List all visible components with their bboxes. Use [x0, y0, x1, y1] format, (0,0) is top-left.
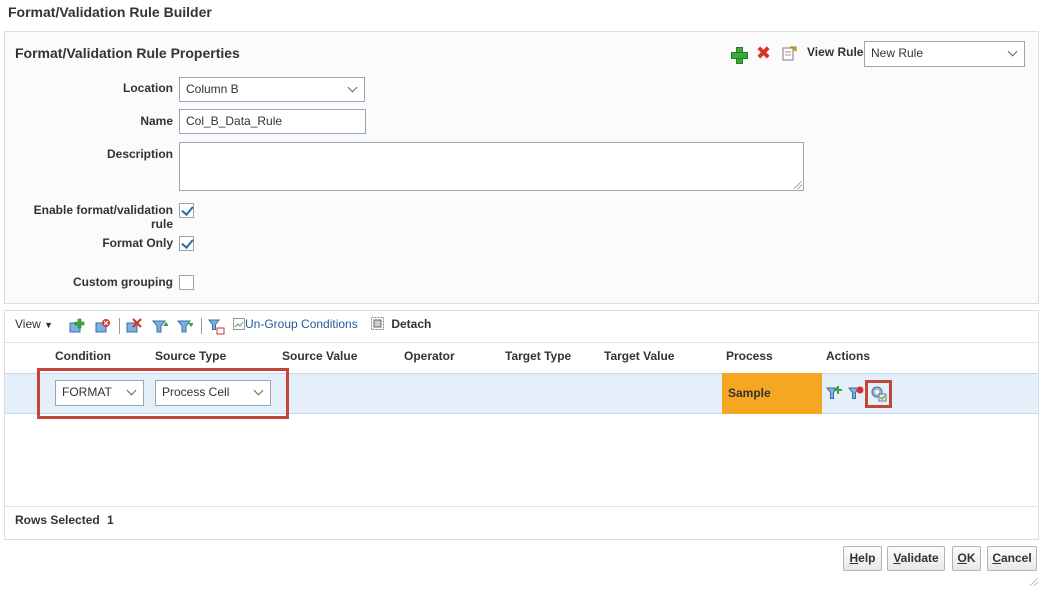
- window-resize-handle-icon[interactable]: [1030, 578, 1038, 586]
- custom-grouping-checkbox[interactable]: [179, 275, 194, 290]
- rows-selected-count: 1: [107, 513, 114, 527]
- name-label: Name: [140, 114, 173, 128]
- custom-grouping-label: Custom grouping: [73, 275, 173, 289]
- view-rule-value: New Rule: [871, 46, 924, 60]
- view-rule-label: View Rule: [807, 45, 864, 59]
- ungroup-conditions-button[interactable]: Un-Group Conditions: [233, 317, 358, 331]
- location-value: Column B: [186, 82, 239, 96]
- move-down-icon[interactable]: [176, 318, 193, 334]
- rule-properties-panel: Format/Validation Rule Properties ✖ View…: [4, 31, 1039, 304]
- detach-button[interactable]: Detach: [371, 317, 431, 331]
- broken-image-icon: [233, 318, 245, 330]
- chevron-down-icon: [347, 82, 358, 93]
- description-label: Description: [106, 147, 173, 161]
- move-up-icon[interactable]: [151, 318, 168, 334]
- header-source-value[interactable]: Source Value: [282, 349, 357, 363]
- location-label: Location: [123, 81, 173, 95]
- condition-value: FORMAT: [62, 385, 112, 399]
- header-actions[interactable]: Actions: [826, 349, 870, 363]
- header-divider: [5, 342, 1038, 343]
- delete-all-conditions-icon[interactable]: [125, 318, 142, 334]
- description-textarea[interactable]: [179, 142, 804, 191]
- view-rule-select[interactable]: New Rule: [864, 41, 1025, 67]
- panel-title: Format/Validation Rule Properties: [15, 45, 240, 61]
- format-only-checkbox[interactable]: [179, 236, 194, 251]
- source-type-select[interactable]: Process Cell: [155, 380, 271, 406]
- chevron-down-icon: [1007, 46, 1018, 57]
- rows-selected-label: Rows Selected: [15, 513, 100, 527]
- validate-button[interactable]: Validate: [887, 546, 945, 571]
- view-menu-label: View: [15, 317, 41, 331]
- enable-rule-checkbox[interactable]: [179, 203, 194, 218]
- source-type-value: Process Cell: [162, 385, 230, 399]
- header-process[interactable]: Process: [726, 349, 773, 363]
- header-target-value[interactable]: Target Value: [604, 349, 674, 363]
- group-conditions-icon[interactable]: [208, 318, 225, 335]
- caret-down-icon: ▼: [44, 320, 54, 330]
- chevron-down-icon: [126, 385, 137, 396]
- name-input[interactable]: Col_B_Data_Rule: [179, 109, 366, 134]
- footer-divider: [5, 506, 1038, 507]
- detach-label: Detach: [391, 317, 432, 331]
- format-only-label: Format Only: [102, 236, 173, 250]
- ungroup-conditions-label: Un-Group Conditions: [245, 317, 358, 331]
- header-source-type[interactable]: Source Type: [155, 349, 226, 363]
- chevron-down-icon: [253, 385, 264, 396]
- edit-rule-icon[interactable]: [782, 46, 797, 62]
- help-button[interactable]: Help: [843, 546, 882, 571]
- delete-condition-icon[interactable]: [94, 318, 111, 334]
- add-rule-icon[interactable]: [731, 47, 748, 64]
- condition-settings-icon[interactable]: [870, 385, 887, 402]
- condition-select[interactable]: FORMAT: [55, 380, 144, 406]
- remove-condition-icon[interactable]: [848, 385, 864, 401]
- header-operator[interactable]: Operator: [404, 349, 455, 363]
- toolbar-separator: [119, 318, 120, 334]
- conditions-grid-panel: View ▼ Un-Group Conditions Detach Condit…: [4, 310, 1039, 540]
- add-condition-icon[interactable]: [68, 318, 85, 334]
- process-cell[interactable]: Sample: [722, 373, 822, 414]
- toolbar-separator: [201, 318, 202, 334]
- ok-button[interactable]: OK: [952, 546, 981, 571]
- insert-condition-icon[interactable]: [826, 385, 842, 401]
- delete-rule-icon[interactable]: ✖: [756, 44, 771, 62]
- location-select[interactable]: Column B: [179, 77, 365, 102]
- enable-rule-label: Enable format/validation rule: [33, 203, 173, 231]
- view-menu[interactable]: View ▼: [15, 317, 53, 331]
- header-target-type[interactable]: Target Type: [505, 349, 571, 363]
- resize-handle-icon[interactable]: [794, 181, 802, 189]
- detach-icon: [371, 317, 384, 330]
- cancel-button[interactable]: Cancel: [987, 546, 1037, 571]
- name-value: Col_B_Data_Rule: [186, 114, 283, 128]
- page-title: Format/Validation Rule Builder: [8, 4, 212, 20]
- header-condition[interactable]: Condition: [55, 349, 111, 363]
- rows-selected-status: Rows Selected 1: [15, 513, 114, 527]
